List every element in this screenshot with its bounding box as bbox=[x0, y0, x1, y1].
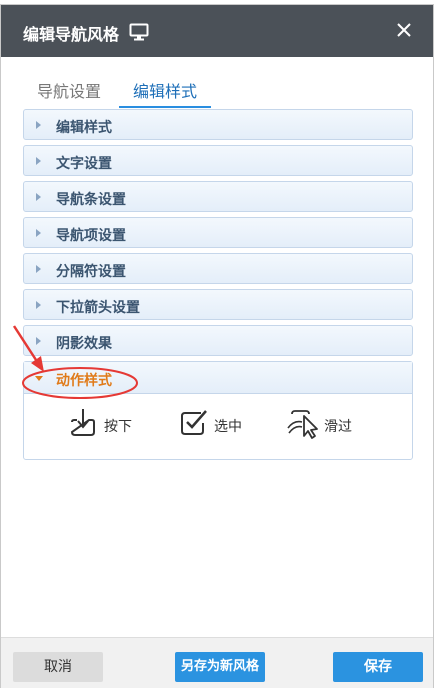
checkbox-icon bbox=[181, 410, 207, 435]
panel-label: 导航条设置 bbox=[56, 192, 126, 208]
save-as-new-style-button[interactable]: 另存为新风格 bbox=[175, 652, 265, 682]
monitor-icon bbox=[129, 23, 149, 41]
save-button[interactable]: 保存 bbox=[333, 652, 423, 682]
panel-action-style: 动作样式 按下 选中 滑过 bbox=[23, 361, 413, 460]
panel-shadow-effect[interactable]: 阴影效果 bbox=[23, 325, 413, 356]
chevron-right-icon bbox=[36, 337, 41, 345]
panel-dropdown-arrow-settings[interactable]: 下拉箭头设置 bbox=[23, 289, 413, 320]
chevron-right-icon bbox=[36, 301, 41, 309]
tab-bar: 导航设置 编辑样式 bbox=[23, 78, 411, 108]
dialog-title: 编辑导航风格 bbox=[23, 25, 120, 44]
edit-nav-style-dialog: 编辑导航风格 导航设置 编辑样式 编辑样式 文字设置 导航条设置 导航项设置 分… bbox=[0, 4, 434, 688]
panel-label: 导航项设置 bbox=[56, 228, 126, 244]
action-press-button[interactable]: 按下 bbox=[68, 406, 138, 440]
dialog-footer: 取消 另存为新风格 保存 bbox=[1, 637, 433, 688]
chevron-down-icon bbox=[35, 376, 43, 381]
tab-edit-style[interactable]: 编辑样式 bbox=[119, 78, 211, 108]
panel-separator-settings[interactable]: 分隔符设置 bbox=[23, 253, 413, 284]
cancel-button[interactable]: 取消 bbox=[13, 652, 103, 682]
action-hover-button[interactable]: 滑过 bbox=[286, 406, 358, 440]
hover-cursor-icon bbox=[287, 410, 318, 439]
action-label: 选中 bbox=[214, 419, 242, 435]
action-label: 按下 bbox=[104, 419, 132, 435]
chevron-right-icon bbox=[36, 157, 41, 165]
action-select-button[interactable]: 选中 bbox=[179, 406, 249, 440]
chevron-right-icon bbox=[36, 265, 41, 273]
panel-label: 下拉箭头设置 bbox=[56, 300, 140, 316]
chevron-right-icon bbox=[36, 193, 41, 201]
panel-label: 文字设置 bbox=[56, 156, 112, 172]
panel-nav-item-settings[interactable]: 导航项设置 bbox=[23, 217, 413, 248]
panel-label: 阴影效果 bbox=[56, 336, 112, 352]
panel-edit-style[interactable]: 编辑样式 bbox=[23, 109, 413, 140]
panel-text-settings[interactable]: 文字设置 bbox=[23, 145, 413, 176]
panel-label: 编辑样式 bbox=[56, 120, 112, 136]
chevron-right-icon bbox=[36, 121, 41, 129]
panel-action-style-header[interactable]: 动作样式 bbox=[24, 362, 412, 394]
panel-label: 分隔符设置 bbox=[56, 264, 126, 280]
panel-label: 动作样式 bbox=[56, 373, 112, 389]
action-label: 滑过 bbox=[324, 419, 352, 435]
dialog-titlebar: 编辑导航风格 bbox=[1, 5, 433, 57]
chevron-right-icon bbox=[36, 229, 41, 237]
panel-navbar-settings[interactable]: 导航条设置 bbox=[23, 181, 413, 212]
close-icon[interactable] bbox=[393, 19, 415, 41]
press-icon bbox=[70, 409, 95, 436]
tab-nav-settings[interactable]: 导航设置 bbox=[37, 78, 101, 108]
